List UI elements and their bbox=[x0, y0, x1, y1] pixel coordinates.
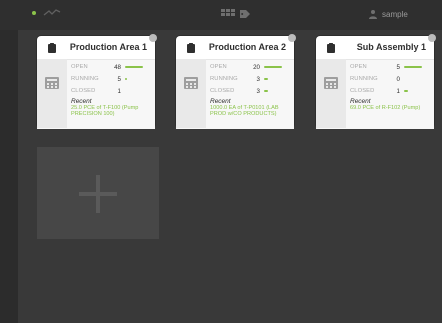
grid-icon[interactable] bbox=[221, 9, 235, 19]
recent-section: Recent 1000.0 EA of T-P0101 (LAB PROD w/… bbox=[210, 98, 290, 117]
stat-open: OPEN 48 bbox=[71, 61, 149, 73]
clipboard-icon bbox=[187, 43, 195, 53]
card-stats: OPEN 20 RUNNING 3 CLOSED 3 bbox=[210, 61, 288, 97]
card-sub-assembly-1[interactable]: Sub Assembly 1 OPEN 5 RUNNING 0 CLOSED 1… bbox=[316, 34, 436, 129]
card-title: Sub Assembly 1 bbox=[356, 42, 426, 52]
stat-bar bbox=[125, 66, 143, 68]
stat-open: OPEN 20 bbox=[210, 61, 288, 73]
clipboard-icon bbox=[48, 43, 56, 53]
card-title: Production Area 1 bbox=[69, 42, 147, 52]
stat-closed: CLOSED 1 bbox=[350, 85, 428, 97]
stat-label: CLOSED bbox=[350, 88, 375, 94]
recent-label: Recent bbox=[210, 98, 231, 105]
stat-bar bbox=[404, 66, 422, 68]
card-production-area-1[interactable]: Production Area 1 OPEN 48 RUNNING 5 CLOS… bbox=[37, 34, 157, 129]
card-stats: OPEN 5 RUNNING 0 CLOSED 1 bbox=[350, 61, 428, 97]
stat-closed: CLOSED 1 bbox=[71, 85, 149, 97]
recent-section: Recent 25.0 PCE of T-F100 (Pump PRECISIO… bbox=[71, 98, 151, 117]
stat-bar bbox=[264, 78, 268, 80]
card-header: Sub Assembly 1 bbox=[316, 36, 434, 58]
user-icon[interactable] bbox=[368, 9, 378, 19]
calculator-icon bbox=[184, 77, 198, 89]
plus-icon bbox=[79, 175, 117, 213]
stat-bar bbox=[404, 90, 408, 92]
card-side bbox=[316, 59, 346, 128]
calculator-icon bbox=[324, 77, 338, 89]
add-card-tile[interactable] bbox=[37, 147, 159, 239]
dashboard-main: Production Area 1 OPEN 48 RUNNING 5 CLOS… bbox=[18, 30, 442, 323]
stat-closed: CLOSED 3 bbox=[210, 85, 288, 97]
sidebar bbox=[0, 30, 18, 323]
stat-label: CLOSED bbox=[71, 88, 96, 94]
stat-value: 0 bbox=[396, 75, 400, 83]
stat-running: RUNNING 3 bbox=[210, 73, 288, 85]
stat-label: RUNNING bbox=[350, 76, 378, 82]
stat-value: 5 bbox=[396, 63, 400, 71]
card-header: Production Area 2 bbox=[176, 36, 294, 58]
top-bar: sample bbox=[0, 0, 442, 30]
card-stats: OPEN 48 RUNNING 5 CLOSED 1 bbox=[71, 61, 149, 97]
stat-value: 3 bbox=[256, 75, 260, 83]
stat-label: RUNNING bbox=[210, 76, 238, 82]
stat-value: 20 bbox=[253, 63, 260, 71]
user-label[interactable]: sample bbox=[382, 10, 408, 19]
stat-running: RUNNING 0 bbox=[350, 73, 428, 85]
stat-bar bbox=[264, 66, 282, 68]
card-production-area-2[interactable]: Production Area 2 OPEN 20 RUNNING 3 CLOS… bbox=[176, 34, 296, 129]
clipboard-icon bbox=[327, 43, 335, 53]
stat-bar bbox=[264, 90, 268, 92]
stat-value: 5 bbox=[117, 75, 121, 83]
stat-label: RUNNING bbox=[71, 76, 99, 82]
stat-open: OPEN 5 bbox=[350, 61, 428, 73]
calculator-icon bbox=[45, 77, 59, 89]
stat-label: OPEN bbox=[210, 64, 227, 70]
recent-label: Recent bbox=[350, 98, 371, 105]
stat-value: 3 bbox=[256, 87, 260, 95]
stat-label: OPEN bbox=[71, 64, 88, 70]
card-title: Production Area 2 bbox=[208, 42, 286, 52]
tag-icon[interactable] bbox=[240, 10, 250, 18]
product-logo-icon bbox=[43, 9, 61, 16]
recent-text[interactable]: 1000.0 EA of T-P0101 (LAB PROD w/CO PROD… bbox=[210, 105, 290, 117]
recent-text[interactable]: 25.0 PCE of T-F100 (Pump PRECISION 100) bbox=[71, 105, 151, 117]
stat-value: 1 bbox=[117, 87, 121, 95]
card-side bbox=[176, 59, 206, 128]
stat-label: CLOSED bbox=[210, 88, 235, 94]
card-side bbox=[37, 59, 67, 128]
recent-label: Recent bbox=[71, 98, 92, 105]
recent-text[interactable]: 69.0 PCE of R-F102 (Pump) bbox=[350, 105, 430, 111]
card-header: Production Area 1 bbox=[37, 36, 155, 58]
stat-label: OPEN bbox=[350, 64, 367, 70]
stat-value: 1 bbox=[396, 87, 400, 95]
stat-running: RUNNING 5 bbox=[71, 73, 149, 85]
stat-value: 48 bbox=[114, 63, 121, 71]
status-dot-icon bbox=[32, 11, 36, 15]
recent-section: Recent 69.0 PCE of R-F102 (Pump) bbox=[350, 98, 430, 111]
stat-bar bbox=[125, 78, 127, 80]
